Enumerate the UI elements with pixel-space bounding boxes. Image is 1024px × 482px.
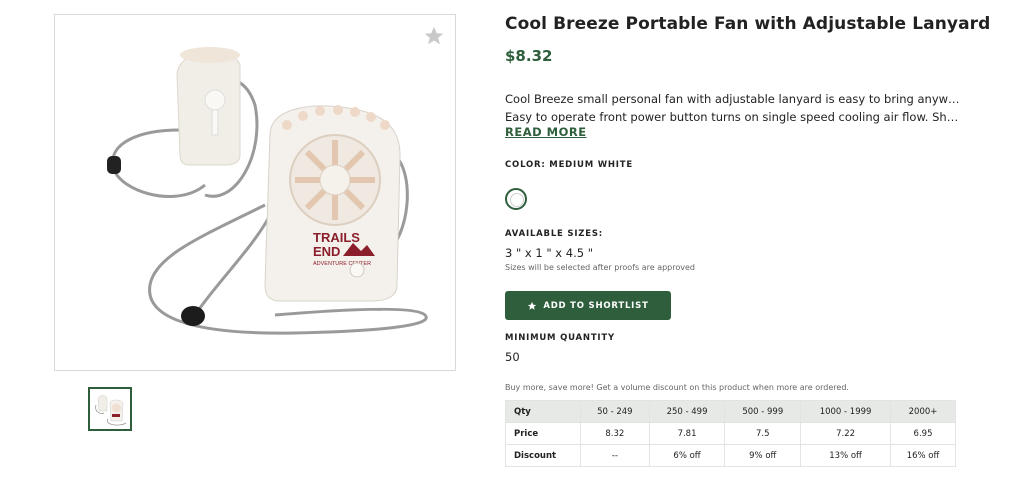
table-cell: Qty xyxy=(505,400,581,423)
swatch-fill xyxy=(510,193,524,207)
thumbnail-image xyxy=(90,389,130,429)
svg-text:TRAILS: TRAILS xyxy=(313,230,360,245)
table-cell: -- xyxy=(580,444,650,467)
table-cell: 9% off xyxy=(724,444,802,467)
table-cell: 8.32 xyxy=(580,422,650,445)
product-title: Cool Breeze Portable Fan with Adjustable… xyxy=(505,14,991,34)
table-header-row: Qty 50 - 249 250 - 499 500 - 999 1000 - … xyxy=(505,400,956,423)
size-note: Sizes will be selected after proofs are … xyxy=(505,263,695,272)
favorite-star-icon[interactable] xyxy=(423,25,445,47)
read-more-link[interactable]: READ MORE xyxy=(505,125,587,139)
product-gallery: TRAILS END ADVENTURE CENTER xyxy=(54,14,456,371)
shortlist-label: ADD TO SHORTLIST xyxy=(543,300,649,311)
add-to-shortlist-button[interactable]: ADD TO SHORTLIST xyxy=(505,291,671,320)
table-cell: 50 - 249 xyxy=(580,400,650,423)
table-cell: Price xyxy=(505,422,581,445)
table-cell: 16% off xyxy=(890,444,956,467)
table-cell: 13% off xyxy=(800,444,892,467)
minimum-quantity-value: 50 xyxy=(505,350,520,364)
table-cell: 6% off xyxy=(648,444,726,467)
pricing-table: Qty 50 - 249 250 - 499 500 - 999 1000 - … xyxy=(505,400,956,467)
product-thumbnail[interactable] xyxy=(88,387,132,431)
product-image: TRAILS END ADVENTURE CENTER xyxy=(107,47,428,335)
table-cell: 6.95 xyxy=(890,422,956,445)
table-cell: 500 - 999 xyxy=(724,400,802,423)
size-value: 3 " x 1 " x 4.5 " xyxy=(505,246,593,260)
volume-discount-note: Buy more, save more! Get a volume discou… xyxy=(505,383,849,392)
table-row: Price 8.32 7.81 7.5 7.22 6.95 xyxy=(505,422,956,445)
star-icon xyxy=(528,301,537,310)
table-cell: 7.22 xyxy=(800,422,892,445)
color-label: COLOR: MEDIUM WHITE xyxy=(505,160,633,170)
color-swatch-medium-white[interactable] xyxy=(505,188,527,210)
table-cell: 2000+ xyxy=(890,400,956,423)
product-description: Cool Breeze small personal fan with adju… xyxy=(505,90,960,126)
table-cell: Discount xyxy=(505,444,581,467)
table-cell: 7.81 xyxy=(648,422,726,445)
table-cell: 250 - 499 xyxy=(648,400,726,423)
table-row: Discount -- 6% off 9% off 13% off 16% of… xyxy=(505,444,956,467)
table-cell: 1000 - 1999 xyxy=(800,400,892,423)
table-cell: 7.5 xyxy=(724,422,802,445)
description-line: Cool Breeze small personal fan with adju… xyxy=(505,92,960,106)
minimum-quantity-label: MINIMUM QUANTITY xyxy=(505,333,615,343)
product-price: $8.32 xyxy=(505,47,553,65)
sizes-label: AVAILABLE SIZES: xyxy=(505,229,603,239)
svg-text:END: END xyxy=(313,244,340,259)
description-line: Easy to operate front power button turns… xyxy=(505,110,960,124)
